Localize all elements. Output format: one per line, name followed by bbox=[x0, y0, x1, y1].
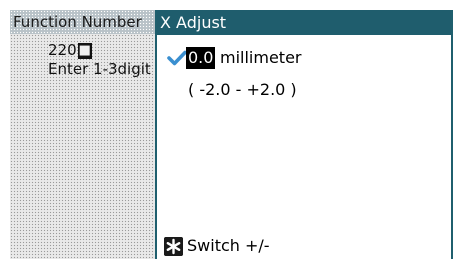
switch-label: Switch +/- bbox=[187, 236, 270, 255]
asterisk-key-icon bbox=[164, 236, 183, 256]
function-number-hint: Enter 1-3digit bbox=[48, 60, 151, 78]
input-cursor: ■ bbox=[77, 43, 92, 59]
screen: Function Number 220 ■ Enter 1-3digit X Ad… bbox=[0, 0, 465, 259]
function-number-panel: Function Number 220 ■ Enter 1-3digit bbox=[10, 10, 163, 259]
unit-label: millimeter bbox=[220, 48, 302, 67]
switch-sign-button[interactable]: Switch +/- bbox=[164, 235, 270, 257]
adjust-value-field[interactable]: 0.0 bbox=[186, 47, 216, 69]
checkmark-icon bbox=[167, 50, 187, 66]
x-adjust-dialog: X Adjust 0.0 millimeter ( -2.0 - +2.0 ) … bbox=[155, 10, 453, 259]
range-label: ( -2.0 - +2.0 ) bbox=[188, 80, 297, 99]
function-number-value: 220 bbox=[48, 41, 77, 59]
function-number-value-row: 220 ■ bbox=[48, 41, 92, 59]
dialog-title: X Adjust bbox=[157, 10, 451, 35]
function-number-title: Function Number bbox=[10, 10, 163, 34]
